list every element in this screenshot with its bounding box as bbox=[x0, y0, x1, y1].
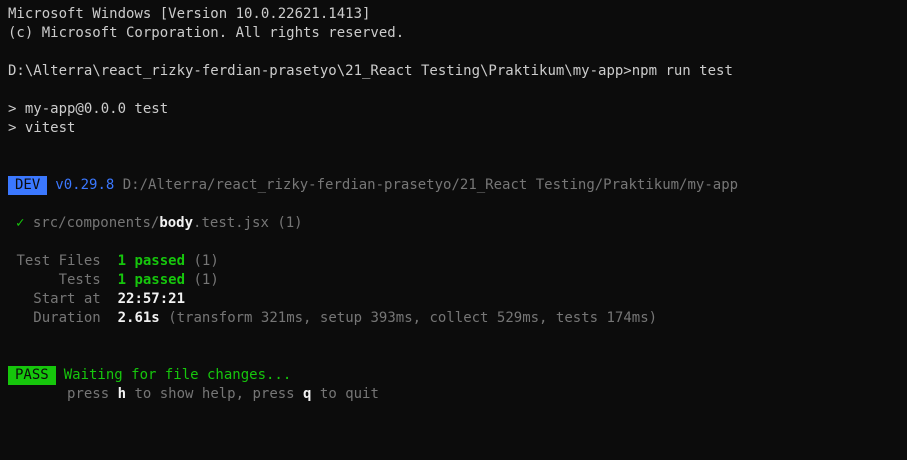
summary-count: (1) bbox=[193, 272, 219, 288]
summary-duration-detail: (transform 321ms, setup 393ms, collect 5… bbox=[168, 310, 658, 326]
summary-label: Duration bbox=[33, 310, 101, 326]
terminal-window[interactable]: Microsoft Windows [Version 10.0.22621.14… bbox=[0, 0, 907, 460]
header-copyright-line: (c) Microsoft Corporation. All rights re… bbox=[8, 25, 405, 41]
dev-badge: DEV bbox=[8, 176, 48, 195]
vitest-dev-line: DEV v0.29.8 D:/Alterra/react_rizky-ferdia… bbox=[8, 176, 907, 195]
summary-test-files: Test Files 1 passed (1) bbox=[8, 252, 907, 271]
test-file-result: ✓ src/components/body.test.jsx (1) bbox=[8, 214, 907, 233]
help-text: to quit bbox=[311, 386, 379, 402]
header-version-line: Microsoft Windows [Version 10.0.22621.14… bbox=[8, 6, 371, 22]
summary-start-at: Start at 22:57:21 bbox=[8, 290, 907, 309]
command-line: D:\Alterra\react_rizky-ferdian-prasetyo\… bbox=[8, 62, 907, 81]
help-line: press h to show help, press q to quit bbox=[8, 385, 907, 404]
help-text: to show help, press bbox=[126, 386, 304, 402]
summary-label: Tests bbox=[58, 272, 101, 288]
test-file-dir: src/components/ bbox=[32, 215, 160, 231]
check-icon: ✓ bbox=[16, 215, 25, 231]
prompt-path: D:\Alterra\react_rizky-ferdian-prasetyo\… bbox=[8, 63, 632, 79]
test-file-ext: .test.jsx bbox=[193, 215, 269, 231]
test-file-name: body bbox=[159, 215, 194, 231]
summary-passed: 1 passed bbox=[117, 272, 186, 288]
vitest-version: v0.29.8 bbox=[55, 177, 115, 193]
help-key: h bbox=[117, 386, 127, 402]
pass-status-line: PASS Waiting for file changes... bbox=[8, 366, 907, 385]
summary-duration-value: 2.61s bbox=[117, 310, 160, 326]
summary-duration: Duration 2.61s (transform 321ms, setup 3… bbox=[8, 309, 907, 328]
summary-label: Start at bbox=[33, 291, 101, 307]
command-text: npm run test bbox=[631, 63, 733, 79]
summary-label: Test Files bbox=[16, 253, 101, 269]
script-echo-line: > my-app@0.0.0 test bbox=[8, 101, 169, 117]
watch-message: Waiting for file changes... bbox=[63, 367, 292, 383]
script-echo-line: > vitest bbox=[8, 120, 76, 136]
summary-start-value: 22:57:21 bbox=[117, 291, 186, 307]
summary-passed: 1 passed bbox=[117, 253, 186, 269]
summary-tests: Tests 1 passed (1) bbox=[8, 271, 907, 290]
test-file-count: (1) bbox=[277, 215, 303, 231]
pass-badge: PASS bbox=[8, 366, 56, 385]
summary-count: (1) bbox=[193, 253, 219, 269]
project-root-path: D:/Alterra/react_rizky-ferdian-prasetyo/… bbox=[122, 177, 739, 193]
help-text: press bbox=[67, 386, 118, 402]
